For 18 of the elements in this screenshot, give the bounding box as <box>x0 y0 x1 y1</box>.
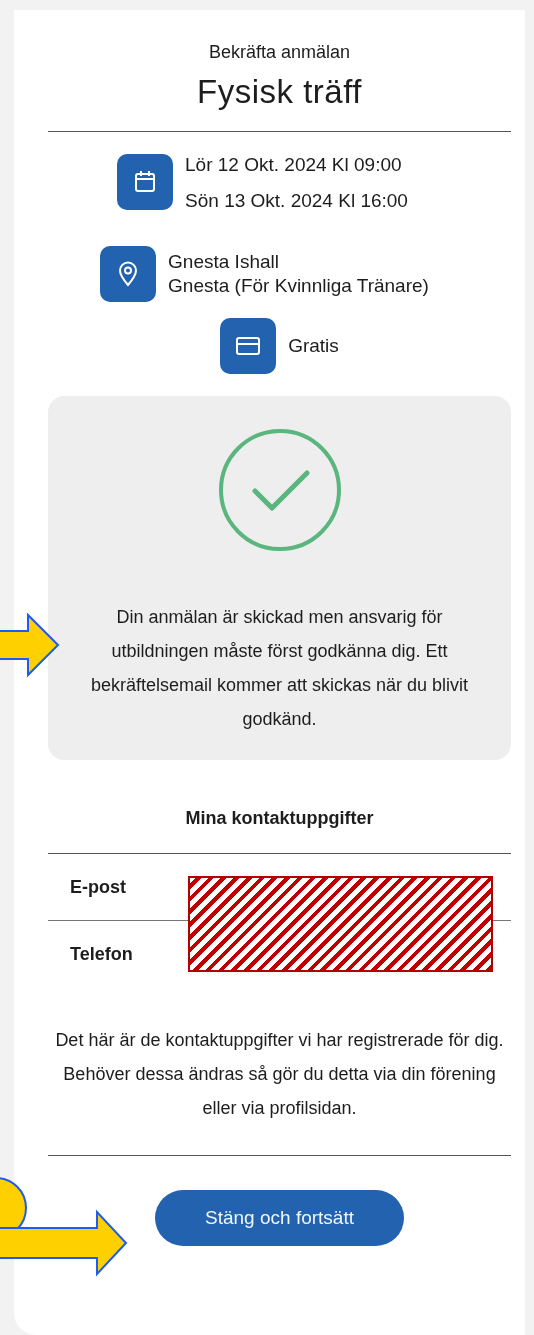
calendar-icon <box>134 170 157 194</box>
contact-heading: Mina kontaktuppgifter <box>185 808 374 829</box>
confirmation-message: Din anmälan är skickad men ansvarig för utbildningen måste först godkänna dig. Ett bekräftelsemail kommer att skickas när du blivit godkänd. <box>89 606 470 731</box>
detail-text: Gratis <box>288 335 339 357</box>
card-icon <box>235 336 262 356</box>
contact-note: Det här är de kontaktuppgifter vi har registrerade för dig. Behöver dessa ändras så gör du detta via din förening eller via profilsidan. <box>54 1029 505 1120</box>
location-pin-icon <box>118 261 139 287</box>
detail-text: Gnesta Ishall <box>168 251 280 273</box>
dialog-subtitle: Bekräfta anmälan <box>208 42 351 63</box>
check-circle-icon <box>217 428 342 552</box>
contact-label: E-post <box>70 876 126 898</box>
contact-label: Telefon <box>70 943 133 965</box>
dialog-title: Fysisk träff <box>197 73 362 111</box>
detail-text: Sön 13 Okt. 2024 Kl 16:00 <box>185 190 408 212</box>
arrow-icon <box>0 612 60 678</box>
close-continue-button[interactable]: Stäng och fortsätt <box>155 1190 404 1246</box>
detail-text: Lör 12 Okt. 2024 Kl 09:00 <box>185 154 403 176</box>
detail-text: Gnesta (För Kvinnliga Tränare) <box>168 275 429 297</box>
